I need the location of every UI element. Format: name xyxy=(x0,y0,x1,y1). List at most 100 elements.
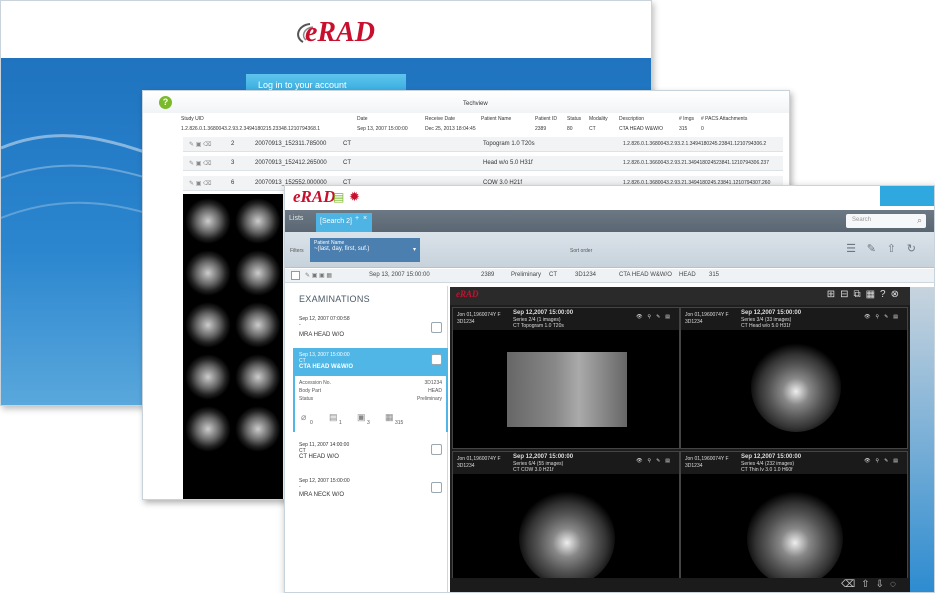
help-icon[interactable]: ? xyxy=(159,96,172,109)
ct-thumbnail[interactable] xyxy=(185,198,231,244)
header-accent xyxy=(880,186,934,206)
layout-tools-icon[interactable]: ⊞⊟⧉▦?⊗ xyxy=(827,289,904,300)
report-icon[interactable]: ▣ xyxy=(357,412,366,423)
study-images: 315 xyxy=(679,126,688,132)
col-patient-id[interactable]: Patient ID xyxy=(535,116,557,122)
viewport-thin[interactable]: Jon 01,1960074Y F 3D1234 Sep 12,2007 15:… xyxy=(680,451,908,592)
images-icon[interactable]: ▦ xyxy=(385,412,394,423)
series-row[interactable]: ✎ ▣ ⌫ 3 20070913_152412.265000 CT Head w… xyxy=(183,156,783,171)
list-view-icon[interactable]: ☰ xyxy=(846,242,856,255)
ct-image xyxy=(507,352,627,427)
col-patient-name[interactable]: Patient Name xyxy=(481,116,511,122)
pencil-icon[interactable]: ✎ ▣ ⌫ xyxy=(189,160,212,167)
upload-icon[interactable]: ⇧ xyxy=(887,242,896,255)
search-icon: ⌕ xyxy=(916,215,922,225)
patient-name-filter[interactable]: Patient Name ~(last, day, first, suf.) ▾ xyxy=(310,238,420,262)
ct-thumbnail[interactable] xyxy=(235,250,281,296)
study-accession: 3D1234 xyxy=(575,272,597,278)
exam-checkbox[interactable] xyxy=(431,482,442,493)
accession-value: 3D1234 xyxy=(424,380,442,386)
exam-checkbox[interactable] xyxy=(431,354,442,365)
viewer-tabbar: Lists [Search 2] + × Search ⌕ xyxy=(285,210,934,232)
viewport-cow[interactable]: Jon 01,1960074Y F 3D1234 Sep 12,2007 15:… xyxy=(452,451,680,592)
col-modality[interactable]: Modality xyxy=(589,116,608,122)
ct-thumbnail[interactable] xyxy=(185,354,231,400)
study-tools-icon[interactable]: ✎ ▣ ▣ ▦ xyxy=(305,272,332,279)
ct-thumbnail[interactable] xyxy=(185,406,231,452)
ct-image xyxy=(747,490,843,586)
right-edge-scrollbar[interactable] xyxy=(910,287,934,592)
exam-modality: - xyxy=(299,322,301,328)
exam-checkbox[interactable] xyxy=(431,322,442,333)
study-row[interactable]: 1.2.826.0.1.3680043.2.93.2.3494180215.23… xyxy=(181,126,781,135)
viewer-bottom-bar: ⌫⇧⇩◌ xyxy=(450,578,910,592)
col-images[interactable]: # Imgs xyxy=(679,116,694,122)
vp-description: CT COW 3.0 H21f xyxy=(513,467,554,473)
series-row[interactable]: ✎ ▣ ⌫ 2 20070913_152311.785000 CT Topogr… xyxy=(183,137,783,152)
thumbnail-grid xyxy=(183,194,283,499)
study-attachments: 0 xyxy=(701,126,704,132)
sort-order-label[interactable]: Sort order xyxy=(570,248,592,254)
status-label: Status xyxy=(299,396,314,402)
exam-description: MRA HEAD W/O xyxy=(299,332,345,338)
gear-icon[interactable]: ✹ xyxy=(349,189,360,205)
attachment-count: 0 xyxy=(310,420,313,426)
attachment-icon[interactable]: ⌀ xyxy=(301,412,306,423)
ct-thumbnail[interactable] xyxy=(185,302,231,348)
selected-study-bar[interactable]: ✎ ▣ ▣ ▦ Sep 13, 2007 15:00:00 2389 Preli… xyxy=(285,269,934,283)
vp-patient-id: 3D1234 xyxy=(457,319,475,325)
pencil-icon[interactable]: ✎ ▣ ⌫ xyxy=(189,141,212,148)
vp-patient: Jon 01,1960074Y F xyxy=(457,456,501,462)
exam-item[interactable]: Sep 12, 2007 15:00:00 - MRA NECK W/O xyxy=(293,474,448,510)
viewport-tools-icon[interactable]: 👁⚲✎▤ xyxy=(864,314,903,320)
col-description[interactable]: Description xyxy=(619,116,644,122)
stack-icon[interactable]: ▤ xyxy=(333,190,344,204)
chevron-down-icon: ▾ xyxy=(412,247,416,253)
list-titlebar: ? Techview xyxy=(143,91,789,113)
ct-thumbnail[interactable] xyxy=(235,354,281,400)
ct-image xyxy=(519,490,615,586)
exam-description: CT HEAD W/O xyxy=(299,454,339,460)
refresh-icon[interactable]: ↻ xyxy=(907,242,916,255)
series-description: Topogram 1.0 T20s xyxy=(483,141,535,147)
vp-patient: Jon 01,1960074Y F xyxy=(685,312,729,318)
study-uid: 1.2.826.0.1.3680043.2.93.2.3494180215.23… xyxy=(181,126,321,132)
vp-patient: Jon 01,1960074Y F xyxy=(685,456,729,462)
body-part-label: Body Part xyxy=(299,388,321,394)
exam-item-selected[interactable]: Sep 13, 2007 15:00:00 CT CTA HEAD W&W/O … xyxy=(293,348,448,432)
pencil-icon[interactable]: ✎ ▣ ⌫ xyxy=(189,180,212,187)
series-modality: CT xyxy=(343,160,351,166)
col-receive-date[interactable]: Receive Date xyxy=(425,116,455,122)
exam-checkbox[interactable] xyxy=(431,444,442,455)
vp-description: CT Topogram 1.0 T20s xyxy=(513,323,564,329)
col-date[interactable]: Date xyxy=(357,116,368,122)
edit-icon[interactable]: ✎ xyxy=(867,242,876,255)
study-checkbox[interactable] xyxy=(291,271,300,280)
exam-item[interactable]: Sep 11, 2007 14:00:00 CT CT HEAD W/O xyxy=(293,438,448,474)
ct-thumbnail[interactable] xyxy=(235,198,281,244)
patient-name-value: ~(last, day, first, suf.) xyxy=(314,246,370,252)
col-pacs-attachments[interactable]: # PACS Attachments xyxy=(701,116,747,122)
login-header: eRAD xyxy=(1,1,651,58)
report-count: 3 xyxy=(367,420,370,426)
vp-description: CT Head w/o 5.0 H31f xyxy=(741,323,791,329)
erad-logo: eRAD xyxy=(293,187,336,206)
tab-lists[interactable]: Lists xyxy=(289,215,303,222)
document-icon[interactable]: ▤ xyxy=(329,412,338,423)
add-tab-icon[interactable]: + xyxy=(355,215,359,222)
ct-thumbnail[interactable] xyxy=(235,406,281,452)
search-input[interactable]: Search ⌕ xyxy=(846,214,926,228)
viewport-tools-icon[interactable]: 👁⚲✎▤ xyxy=(636,458,675,464)
col-status[interactable]: Status xyxy=(567,116,581,122)
viewport-head-wo[interactable]: Jon 01,1960074Y F 3D1234 Sep 12,2007 15:… xyxy=(680,307,908,449)
viewer-bottom-tools-icon[interactable]: ⌫⇧⇩◌ xyxy=(841,579,902,590)
ct-thumbnail[interactable] xyxy=(185,250,231,296)
ct-thumbnail[interactable] xyxy=(235,302,281,348)
close-tab-icon[interactable]: × xyxy=(363,215,367,222)
viewport-topogram[interactable]: Jon 01,1960074Y F 3D1234 Sep 12,2007 15:… xyxy=(452,307,680,449)
series-uid: 20070913_152412.265000 xyxy=(255,160,327,166)
viewport-tools-icon[interactable]: 👁⚲✎▤ xyxy=(636,314,675,320)
viewport-tools-icon[interactable]: 👁⚲✎▤ xyxy=(864,458,903,464)
col-study-uid[interactable]: Study UID xyxy=(181,116,204,122)
accession-label: Accession No. xyxy=(299,380,331,386)
